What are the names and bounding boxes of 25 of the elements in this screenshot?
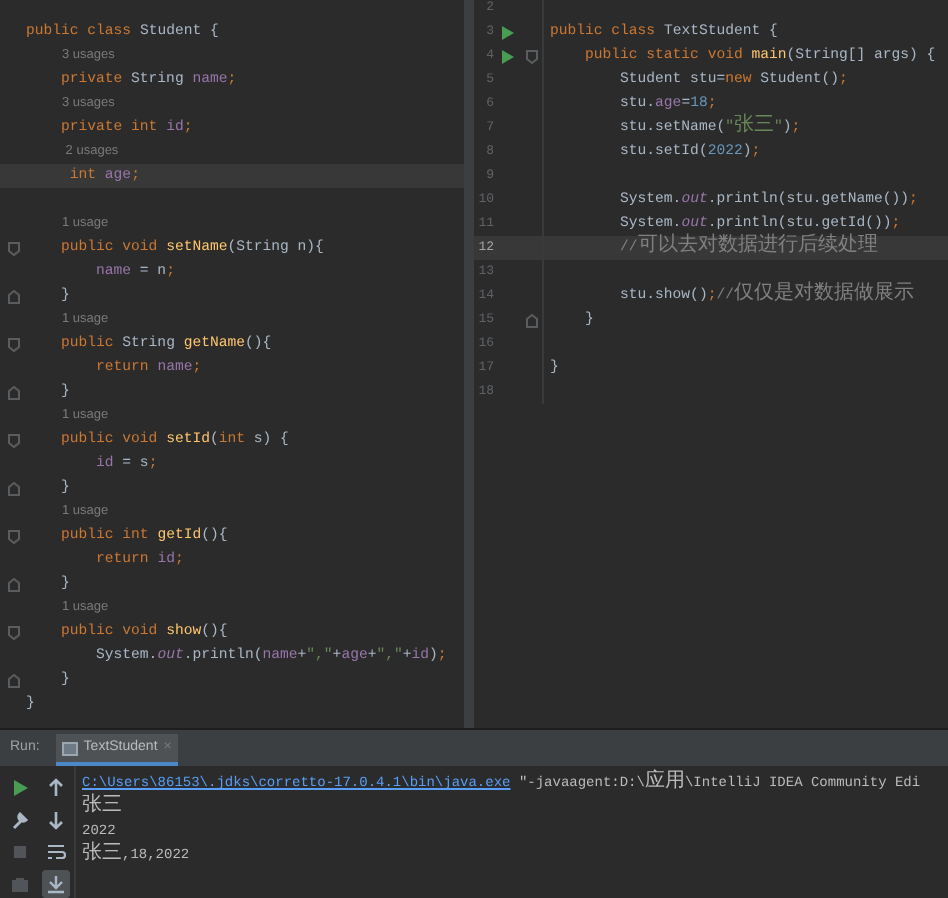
up-arrow-icon: [45, 778, 65, 798]
wrap-icon: [45, 842, 65, 862]
fold-icon[interactable]: [7, 625, 19, 639]
run-icon[interactable]: [502, 25, 514, 39]
scroll-to-end-button[interactable]: [41, 870, 69, 898]
fold-icon[interactable]: [7, 529, 19, 543]
output-line: 张三: [82, 796, 124, 820]
down-arrow-icon: [45, 810, 65, 830]
fold-icon[interactable]: [526, 49, 538, 63]
run-icon: [10, 778, 30, 798]
fold-icon[interactable]: [7, 433, 19, 447]
fold-icon[interactable]: [7, 673, 19, 687]
stop-icon: [10, 842, 30, 862]
fold-icon[interactable]: [7, 337, 19, 351]
fold-icon[interactable]: [526, 313, 538, 327]
fold-icon[interactable]: [7, 577, 19, 591]
wrench-icon: [10, 810, 30, 830]
fold-icon[interactable]: [7, 241, 19, 255]
camera-icon: [10, 874, 30, 894]
fold-icon[interactable]: [7, 385, 19, 399]
scroll-to-end-icon: [45, 874, 65, 894]
fold-icon[interactable]: [7, 289, 19, 303]
window-icon[interactable]: [61, 741, 78, 755]
run-icon[interactable]: [502, 49, 514, 63]
fold-icon[interactable]: [7, 481, 19, 495]
